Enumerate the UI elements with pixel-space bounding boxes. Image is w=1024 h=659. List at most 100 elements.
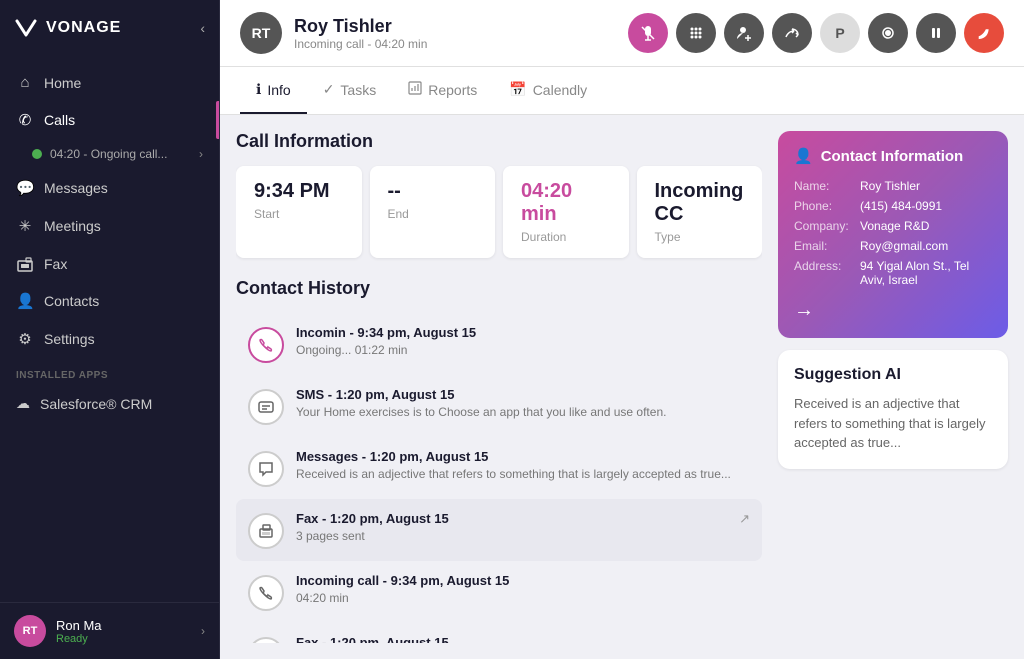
tab-tasks[interactable]: ✓ Tasks <box>307 67 393 114</box>
avatar: RT <box>14 615 46 647</box>
history-message-icon <box>248 451 284 487</box>
sidebar-item-home[interactable]: ⌂ Home <box>0 64 219 101</box>
sidebar-item-messages[interactable]: 💬 Messages <box>0 169 219 207</box>
hangup-button[interactable] <box>964 13 1004 53</box>
sidebar-item-calls[interactable]: ✆ Calls <box>0 101 219 139</box>
history-phone-icon <box>248 575 284 611</box>
suggestion-ai-text: Received is an adjective that refers to … <box>794 394 992 453</box>
user-info: RT Ron Ma Ready <box>14 615 102 647</box>
topbar: RT Roy Tishler Incoming call - 04:20 min <box>220 0 1024 67</box>
contact-history-title: Contact History <box>236 278 762 299</box>
tasks-tab-icon: ✓ <box>323 81 335 98</box>
tab-reports-label: Reports <box>428 82 477 98</box>
call-info-cards: 9:34 PM Start -- End 04:20 min Duration … <box>236 166 762 258</box>
external-link-icon[interactable]: ↗ <box>739 511 750 527</box>
add-contact-button[interactable] <box>724 13 764 53</box>
contact-value-address: 94 Yigal Alon St., Tel Aviv, Israel <box>860 259 992 287</box>
active-call-item[interactable]: 04:20 - Ongoing call... › <box>0 139 219 169</box>
calls-icon: ✆ <box>16 111 34 129</box>
call-type-value: Incoming CC <box>655 180 745 226</box>
reports-tab-icon <box>408 81 422 98</box>
sidebar-item-settings-label: Settings <box>44 331 95 347</box>
call-duration-label: Duration <box>521 230 611 244</box>
mute-button[interactable] <box>628 13 668 53</box>
history-item-desc: 04:20 min <box>296 590 750 607</box>
salesforce-icon: ☁ <box>16 395 30 412</box>
call-info-start: 9:34 PM Start <box>236 166 362 258</box>
history-sms-icon <box>248 389 284 425</box>
sidebar-header: VONAGE ‹ <box>0 0 219 56</box>
history-item[interactable]: Incomin - 9:34 pm, August 15 Ongoing... … <box>236 313 762 375</box>
contact-card-header: 👤 Contact Information <box>794 147 992 165</box>
main-panel: RT Roy Tishler Incoming call - 04:20 min <box>220 0 1024 659</box>
sidebar-footer: RT Ron Ma Ready › <box>0 602 219 659</box>
sidebar-collapse-button[interactable]: ‹ <box>200 20 205 36</box>
caller-name: Roy Tishler <box>294 16 427 37</box>
avatar-initials: RT <box>23 625 38 637</box>
history-item[interactable]: SMS - 1:20 pm, August 15 Your Home exerc… <box>236 375 762 437</box>
caller-avatar: RT <box>240 12 282 54</box>
call-info-type: Incoming CC Type <box>637 166 763 258</box>
tab-calendly[interactable]: 📅 Calendly <box>493 67 603 114</box>
contact-value-email: Roy@gmail.com <box>860 239 948 253</box>
sidebar-item-messages-label: Messages <box>44 180 108 196</box>
history-item-content: SMS - 1:20 pm, August 15 Your Home exerc… <box>296 387 750 421</box>
info-tab-icon: ℹ <box>256 81 261 98</box>
pause-button[interactable] <box>916 13 956 53</box>
contact-card-arrow-button[interactable]: → <box>794 299 992 322</box>
tab-info-label: Info <box>267 82 290 98</box>
history-item[interactable]: Fax - 1:20 pm, August 15 1 pages receive… <box>236 623 762 643</box>
call-item-chevron-icon: › <box>199 147 203 161</box>
history-item-title: Incoming call - 9:34 pm, August 15 <box>296 573 750 588</box>
call-duration-value: 04:20 min <box>521 180 611 226</box>
history-item-desc: 3 pages sent <box>296 528 750 545</box>
history-fax2-icon <box>248 637 284 643</box>
caller-details: Roy Tishler Incoming call - 04:20 min <box>294 16 427 51</box>
footer-chevron-icon[interactable]: › <box>201 624 205 638</box>
contact-value-name: Roy Tishler <box>860 179 920 193</box>
caller-subtitle: Incoming call - 04:20 min <box>294 37 427 51</box>
home-icon: ⌂ <box>16 74 34 91</box>
call-end-label: End <box>388 207 478 221</box>
history-item[interactable]: Incoming call - 9:34 pm, August 15 04:20… <box>236 561 762 623</box>
settings-icon: ⚙ <box>16 330 34 348</box>
history-item-content: Fax - 1:20 pm, August 15 3 pages sent <box>296 511 750 545</box>
sidebar-item-fax[interactable]: Fax <box>0 245 219 282</box>
sidebar-item-settings[interactable]: ⚙ Settings <box>0 320 219 358</box>
park-button[interactable]: P <box>820 13 860 53</box>
call-info-duration: 04:20 min Duration <box>503 166 629 258</box>
history-item-title: Messages - 1:20 pm, August 15 <box>296 449 750 464</box>
installed-apps-label: INSTALLED APPS <box>0 358 219 385</box>
sidebar-item-meetings-label: Meetings <box>44 218 101 234</box>
tab-info[interactable]: ℹ Info <box>240 67 307 114</box>
keypad-button[interactable] <box>676 13 716 53</box>
history-phone-icon <box>248 327 284 363</box>
call-start-label: Start <box>254 207 344 221</box>
active-call-label: 04:20 - Ongoing call... <box>50 147 191 161</box>
caller-info: RT Roy Tishler Incoming call - 04:20 min <box>240 12 427 54</box>
content-area: Call Information 9:34 PM Start -- End 04… <box>220 115 1024 659</box>
sidebar-item-contacts[interactable]: 👤 Contacts <box>0 282 219 320</box>
fax-icon <box>16 255 34 272</box>
tabs: ℹ Info ✓ Tasks Reports 📅 Calendly <box>220 67 1024 115</box>
history-item[interactable]: Fax - 1:20 pm, August 15 3 pages sent ↗ <box>236 499 762 561</box>
contact-value-phone: (415) 484-0991 <box>860 199 942 213</box>
sidebar-item-salesforce[interactable]: ☁ Salesforce® CRM <box>0 385 219 422</box>
messages-icon: 💬 <box>16 179 34 197</box>
suggestion-ai-title: Suggestion AI <box>794 366 992 384</box>
contact-card-title: Contact Information <box>821 148 964 165</box>
tab-calendly-label: Calendly <box>533 82 587 98</box>
history-item[interactable]: Messages - 1:20 pm, August 15 Received i… <box>236 437 762 499</box>
active-call-dot <box>32 149 42 159</box>
sidebar-item-calls-label: Calls <box>44 112 75 128</box>
caller-initials: RT <box>252 25 271 41</box>
transfer-button[interactable] <box>772 13 812 53</box>
sidebar-item-fax-label: Fax <box>44 256 67 272</box>
sidebar: VONAGE ‹ ⌂ Home ✆ Calls 04:20 - Ongoing … <box>0 0 220 659</box>
contact-field-name: Name: Roy Tishler <box>794 179 992 193</box>
tab-reports[interactable]: Reports <box>392 67 493 114</box>
sidebar-item-meetings[interactable]: ✳ Meetings <box>0 207 219 245</box>
history-item-desc: Received is an adjective that refers to … <box>296 466 750 483</box>
record-button[interactable] <box>868 13 908 53</box>
call-controls: P <box>628 13 1004 53</box>
